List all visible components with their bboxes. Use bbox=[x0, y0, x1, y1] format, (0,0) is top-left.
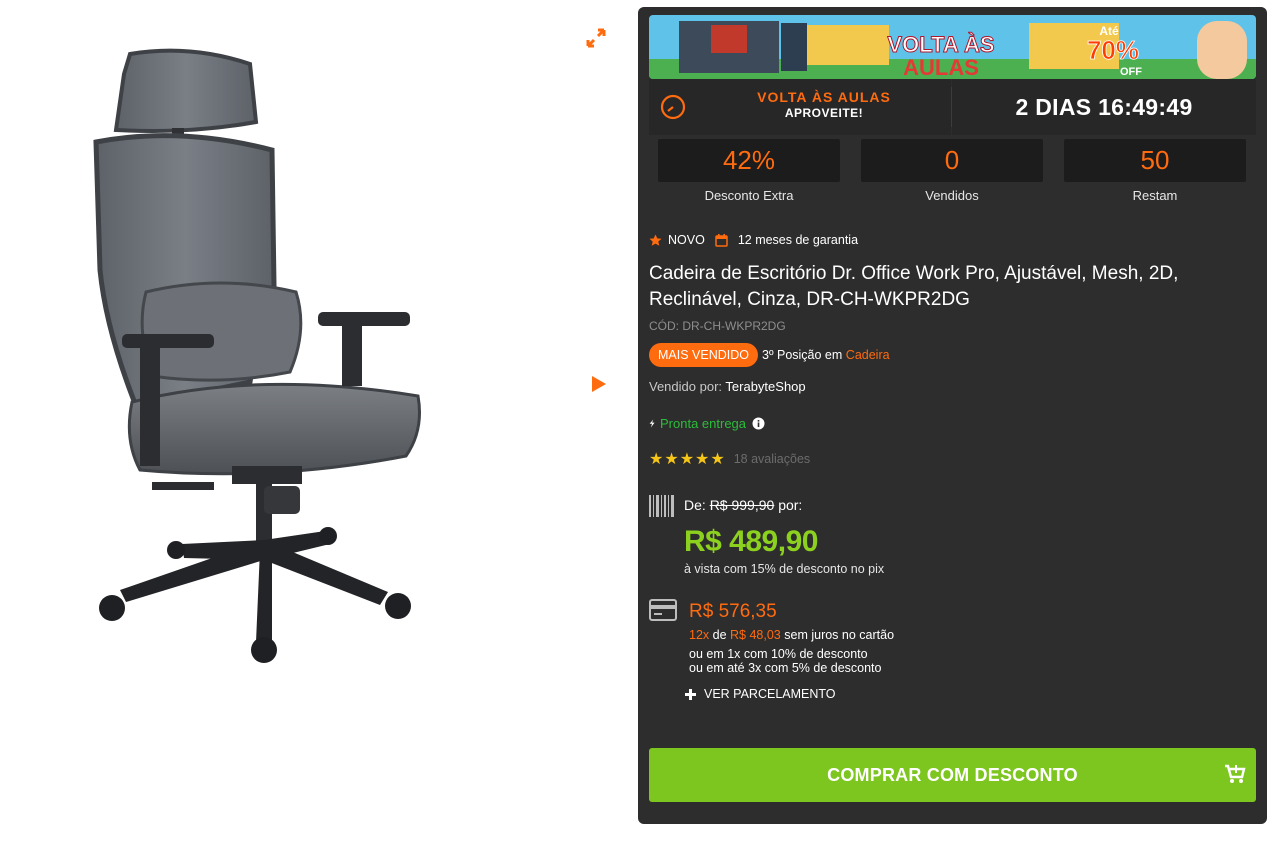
rank-text: 3º Posição em bbox=[762, 348, 843, 362]
condition-label: NOVO bbox=[668, 233, 705, 247]
old-price-line: De: R$ 999,90 por: bbox=[684, 497, 802, 513]
buy-button[interactable]: COMPRAR COM DESCONTO bbox=[649, 748, 1256, 802]
stats-row: 42% Desconto Extra 0 Vendidos 50 Restam bbox=[658, 139, 1246, 211]
rank-category-link[interactable]: Cadeira bbox=[846, 348, 890, 362]
delivery-label: Pronta entrega bbox=[660, 416, 747, 431]
rating-stars: ★★★★★ bbox=[649, 451, 726, 468]
pix-note: à vista com 15% de desconto no pix bbox=[684, 562, 885, 576]
installments-line: 12x de R$ 48,03 sem juros no cartão bbox=[689, 628, 894, 642]
expand-icon[interactable] bbox=[586, 28, 606, 48]
stat-value: 42% bbox=[658, 139, 840, 182]
stat-value: 50 bbox=[1064, 139, 1246, 182]
rating-row[interactable]: ★★★★★ 18 avaliações bbox=[649, 449, 1249, 469]
timer-countdown-box: 2 DIAS 16:49:49 bbox=[952, 79, 1256, 135]
product-title: Cadeira de Escritório Dr. Office Work Pr… bbox=[649, 263, 1179, 310]
banner-promo-suffix: OFF bbox=[1120, 66, 1142, 78]
seller-name: TerabyteShop bbox=[725, 379, 806, 394]
star-icon bbox=[649, 234, 662, 246]
stat-remaining: 50 Restam bbox=[1064, 139, 1246, 211]
delivery-status: Pronta entrega bbox=[649, 416, 1249, 431]
barcode-icon bbox=[649, 495, 674, 517]
stat-discount: 42% Desconto Extra bbox=[658, 139, 840, 211]
credit-card-icon bbox=[649, 599, 677, 621]
promo-banner[interactable]: VOLTA ÀS AULAS Até 70% OFF bbox=[649, 15, 1256, 79]
stat-label: Restam bbox=[1132, 188, 1178, 203]
calendar-icon bbox=[715, 233, 728, 247]
timer-label-box: VOLTA ÀS AULAS APROVEITE! bbox=[649, 79, 951, 135]
old-price: R$ 999,90 bbox=[709, 497, 775, 513]
rank-row: MAIS VENDIDO 3º Posição em Cadeira bbox=[649, 343, 1249, 367]
plus-icon bbox=[685, 688, 696, 700]
installment-value: R$ 48,03 bbox=[730, 628, 781, 642]
payment-option-1: ou em 1x com 10% de desconto bbox=[689, 647, 868, 661]
banner-promo-value: 70% bbox=[1087, 35, 1139, 65]
installments-note: sem juros no cartão bbox=[784, 628, 895, 642]
banner-headline-1: VOLTA ÀS bbox=[887, 32, 994, 57]
product-page: VOLTA ÀS AULAS Até 70% OFF VOLTA ÀS AULA… bbox=[0, 0, 1280, 845]
clock-icon bbox=[660, 94, 686, 120]
stat-value: 0 bbox=[861, 139, 1043, 182]
timer-title: VOLTA ÀS AULAS bbox=[757, 89, 891, 105]
timer-subtitle: APROVEITE! bbox=[784, 106, 864, 120]
sold-by-label: Vendido por: bbox=[649, 379, 723, 394]
buy-button-label: COMPRAR COM DESCONTO bbox=[827, 764, 1078, 785]
countdown: 2 DIAS 16:49:49 bbox=[1015, 93, 1193, 120]
bolt-icon bbox=[649, 419, 655, 428]
for-label: por: bbox=[778, 497, 803, 513]
countdown-row: VOLTA ÀS AULAS APROVEITE! 2 DIAS 16:49:4… bbox=[649, 79, 1256, 135]
stat-label: Desconto Extra bbox=[704, 188, 794, 203]
purchase-panel: VOLTA ÀS AULAS Até 70% OFF VOLTA ÀS AULA… bbox=[638, 7, 1267, 824]
info-icon[interactable] bbox=[752, 417, 765, 430]
from-label: De: bbox=[684, 497, 706, 513]
product-sku: CÓD: DR-CH-WKPR2DG bbox=[649, 319, 786, 333]
warranty-label: 12 meses de garantia bbox=[737, 233, 859, 247]
payment-option-2: ou em até 3x com 5% de desconto bbox=[689, 661, 882, 675]
cart-icon bbox=[1225, 764, 1246, 783]
next-arrow-icon[interactable] bbox=[590, 374, 608, 394]
card-price: R$ 576,35 bbox=[689, 601, 777, 622]
installments-count: 12x bbox=[689, 628, 710, 642]
view-installments-link[interactable]: VER PARCELAMENTO bbox=[685, 687, 836, 701]
stat-sold: 0 Vendidos bbox=[861, 139, 1043, 211]
reviews-count[interactable]: 18 avaliações bbox=[734, 452, 810, 466]
best-seller-badge: MAIS VENDIDO bbox=[649, 343, 758, 367]
condition-row: NOVO 12 meses de garantia bbox=[649, 233, 1249, 247]
stat-label: Vendidos bbox=[925, 188, 979, 203]
product-image[interactable] bbox=[60, 30, 480, 690]
banner-headline-2: AULAS bbox=[903, 55, 979, 79]
sold-by: Vendido por: TerabyteShop bbox=[649, 379, 1249, 394]
view-installments-label: VER PARCELAMENTO bbox=[704, 687, 836, 701]
pix-price: R$ 489,90 bbox=[684, 525, 818, 558]
product-info: NOVO 12 meses de garantia Cadeira de Esc… bbox=[649, 233, 1249, 469]
installments-of: de bbox=[712, 628, 727, 642]
